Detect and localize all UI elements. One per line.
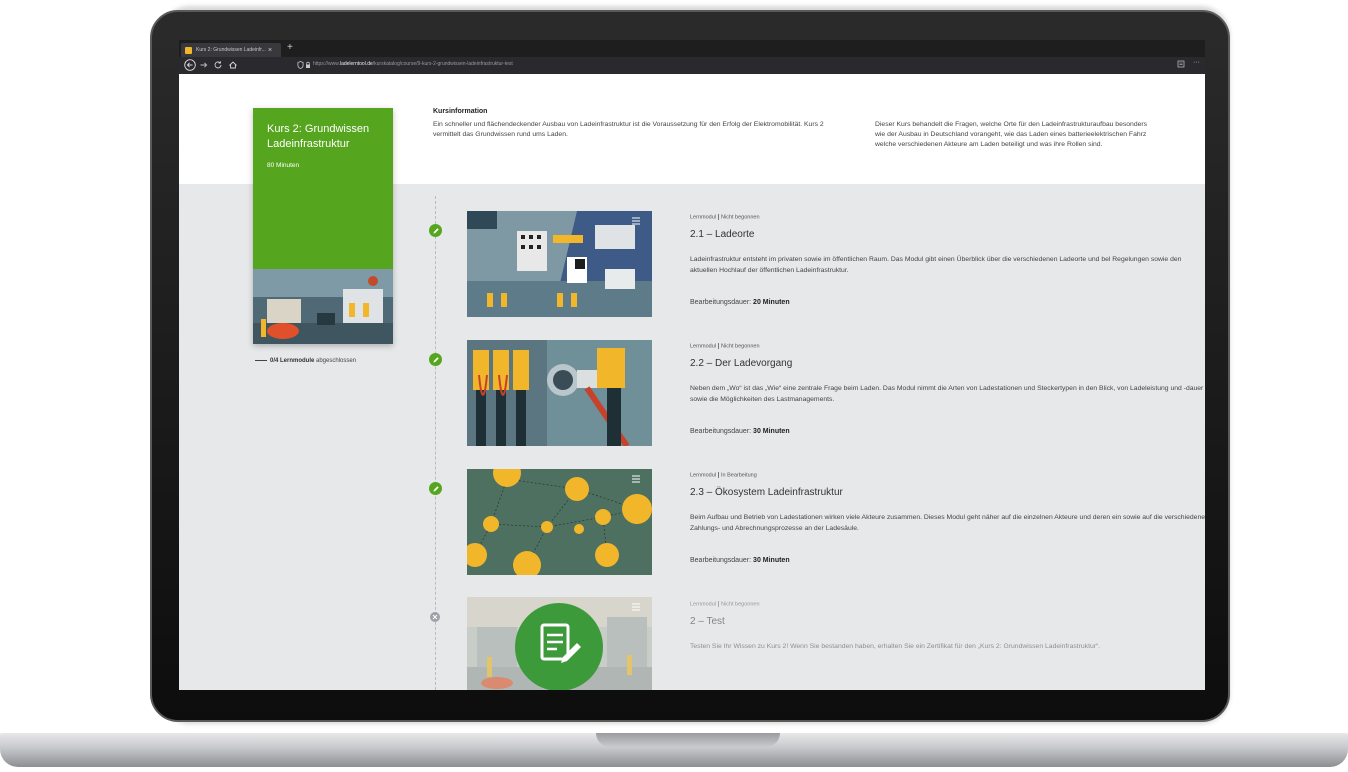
home-icon[interactable] — [228, 59, 238, 74]
course-info-text: Ein schneller und flächendeckender Ausba… — [433, 121, 824, 138]
course-duration: 80 Minuten — [267, 162, 300, 169]
back-icon[interactable] — [184, 59, 196, 74]
browser-tab[interactable]: Kurs 2: Grundwissen Ladeinfr... × — [181, 43, 281, 57]
course-progress: 0/4 Lernmodule abgeschlossen — [255, 358, 356, 364]
list-icon — [632, 475, 640, 483]
module-status-pencil-icon — [429, 353, 442, 366]
page-content: Kursinformation Ein schneller und fläche… — [179, 74, 1205, 690]
course-info-line: wie der Ausbau in Deutschland vorangeht,… — [875, 131, 1147, 138]
module-meta: Lernmodul In Bearbeitung — [690, 472, 757, 479]
browser-window: Kurs 2: Grundwissen Ladeinfr... × + http… — [179, 40, 1205, 690]
module-title[interactable]: 2.2 – Der Ladevorgang — [690, 358, 792, 369]
tab-title: Kurs 2: Grundwissen Ladeinfr... — [196, 47, 266, 53]
list-icon — [632, 217, 640, 225]
lock-icon — [305, 60, 311, 72]
module-image-ladeorte[interactable] — [467, 211, 652, 317]
course-info-line: Dieser Kurs behandelt die Fragen, welche… — [875, 121, 1148, 128]
module-description: Testen Sie Ihr Wissen zu Kurs 2! Wenn Si… — [690, 643, 1101, 650]
course-info-text-2: Dieser Kurs behandelt die Fragen, welche… — [875, 120, 1205, 150]
module-duration: Bearbeitungsdauer: 30 Minuten — [690, 428, 790, 435]
url-text: https://www.ladelerntool.de/kurskatalog/… — [313, 61, 513, 67]
module-status-pencil-icon — [429, 224, 442, 237]
module-image-ladevorgang[interactable] — [467, 340, 652, 446]
module-meta: Lernmodul Nicht begonnen — [690, 343, 760, 350]
module-description: Beim Aufbau und Betrieb von Ladestatione… — [690, 514, 1205, 532]
course-card-image — [253, 269, 393, 344]
tab-bar: Kurs 2: Grundwissen Ladeinfr... × + — [179, 40, 1205, 57]
module-status-pencil-icon — [429, 482, 442, 495]
module-meta: Lernmodul Nicht begonnen — [690, 601, 760, 608]
module-status-x-circle-icon — [430, 612, 440, 622]
module-description: Ladeinfrastruktur entsteht im privaten s… — [690, 256, 1182, 274]
laptop-notch — [596, 733, 780, 747]
course-card: Kurs 2: Grundwissen Ladeinfrastruktur 80… — [253, 108, 393, 344]
tab-close-button[interactable]: × — [268, 47, 272, 54]
module-image-test[interactable] — [467, 597, 652, 690]
module-image-oekosystem[interactable] — [467, 469, 652, 575]
module-title[interactable]: 2.3 – Ökosystem Ladeinfrastruktur — [690, 487, 843, 498]
favicon-icon — [185, 46, 192, 54]
module-meta: Lernmodul Nicht begonnen — [690, 214, 760, 221]
list-icon — [632, 603, 640, 611]
reader-view-icon[interactable] — [1177, 59, 1185, 71]
more-menu-icon[interactable]: ··· — [1193, 59, 1200, 66]
forward-icon[interactable] — [199, 59, 209, 74]
nav-bar: https://www.ladelerntool.de/kurskatalog/… — [179, 57, 1205, 74]
new-tab-button[interactable]: + — [287, 42, 293, 53]
address-bar[interactable]: https://www.ladelerntool.de/kurskatalog/… — [291, 60, 1196, 71]
course-title: Kurs 2: Grundwissen Ladeinfrastruktur — [267, 123, 370, 150]
module-title[interactable]: 2 – Test — [690, 616, 725, 627]
module-duration: Bearbeitungsdauer: 30 Minuten — [690, 557, 790, 564]
course-info-heading: Kursinformation — [433, 108, 488, 115]
module-title[interactable]: 2.1 – Ladeorte — [690, 229, 755, 240]
shield-icon — [297, 60, 304, 72]
course-info-line: welche verschiedenen Akteure am Laden be… — [875, 141, 1103, 148]
module-duration: Bearbeitungsdauer: 20 Minuten — [690, 299, 790, 306]
reload-icon[interactable] — [213, 59, 223, 74]
module-description: Neben dem „Wo“ ist das „Wie“ eine zentra… — [690, 385, 1204, 403]
